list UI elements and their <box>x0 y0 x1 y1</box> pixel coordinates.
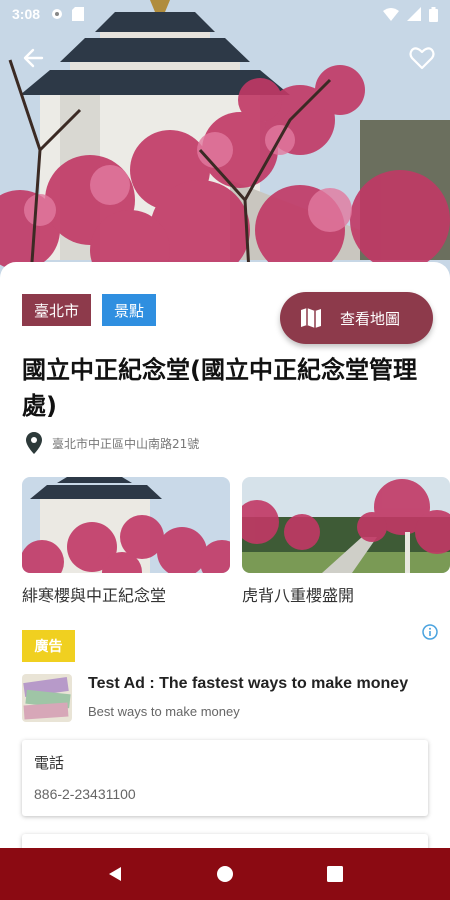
type-tag[interactable]: 景點 <box>102 294 157 326</box>
sd-card-icon <box>72 7 85 21</box>
ad-subtitle: Best ways to make money <box>88 704 240 719</box>
phone-card[interactable]: 電話 886-2-23431100 <box>22 740 428 816</box>
triangle-back-icon <box>109 867 121 881</box>
photo-1-image <box>22 477 230 573</box>
signal-icon <box>407 7 421 21</box>
city-tag-label: 臺北市 <box>34 301 80 320</box>
address[interactable]: 臺北市中正區中山南路21號 <box>26 432 199 454</box>
nav-back-button[interactable] <box>101 860 129 888</box>
ad-info-icon[interactable] <box>422 624 438 640</box>
ad-thumbnail[interactable] <box>22 674 72 722</box>
location-pin-icon <box>26 432 42 454</box>
view-map-button[interactable]: 查看地圖 <box>280 292 433 344</box>
system-nav-bar <box>0 848 450 900</box>
favorite-button[interactable] <box>408 44 436 72</box>
page-title: 國立中正紀念堂(國立中正紀念堂管理處) <box>22 356 417 420</box>
arrow-left-icon <box>23 48 44 68</box>
heart-outline-icon <box>409 47 435 70</box>
hero-image <box>0 0 450 290</box>
ad-title[interactable]: Test Ad : The fastest ways to make money <box>88 675 408 693</box>
detail-card: 臺北市 景點 查看地圖 國立中正紀念堂(國立中正紀念堂管理處) 臺北市中正區中山… <box>0 262 450 884</box>
phone-label: 電話 <box>34 754 65 772</box>
address-text: 臺北市中正區中山南路21號 <box>52 436 200 451</box>
ad-badge: 廣告 <box>22 630 75 662</box>
wifi-icon <box>383 8 399 21</box>
money-image <box>22 674 72 722</box>
photo-caption: 虎背八重櫻盛開 <box>242 586 355 605</box>
photo-caption: 緋寒櫻與中正紀念堂 <box>22 586 167 605</box>
map-icon <box>301 308 321 328</box>
photo-2-image <box>242 477 450 573</box>
status-bar: 3:08 <box>0 0 450 28</box>
circle-home-icon <box>217 866 233 882</box>
photo-thumbnail[interactable] <box>22 477 230 573</box>
back-button[interactable] <box>20 44 48 72</box>
battery-icon <box>429 6 438 22</box>
type-tag-label: 景點 <box>114 301 145 320</box>
city-tag[interactable]: 臺北市 <box>22 294 92 326</box>
square-recents-icon <box>327 866 343 882</box>
view-map-label: 查看地圖 <box>340 309 401 328</box>
hero-illustration <box>0 0 450 290</box>
nav-recents-button[interactable] <box>321 860 349 888</box>
gear-icon <box>52 9 63 19</box>
status-time: 3:08 <box>12 6 41 22</box>
photo-thumbnail[interactable] <box>242 477 450 573</box>
phone-value: 886-2-23431100 <box>34 786 136 802</box>
nav-home-button[interactable] <box>211 860 239 888</box>
